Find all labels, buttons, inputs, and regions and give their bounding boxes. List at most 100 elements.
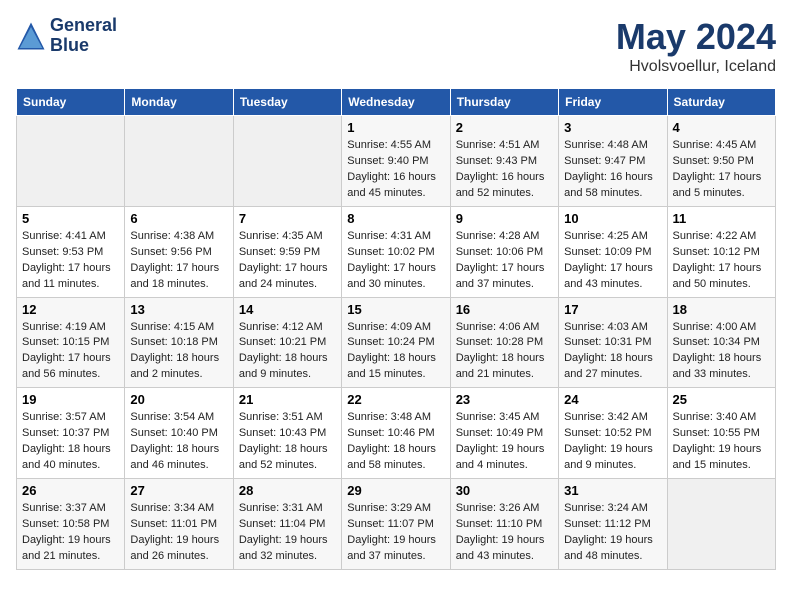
day-number: 2 (456, 120, 553, 135)
day-number: 7 (239, 211, 336, 226)
day-info: Sunrise: 4:15 AMSunset: 10:18 PMDaylight… (130, 320, 227, 384)
day-number: 5 (22, 211, 119, 226)
calendar-cell: 5 Sunrise: 4:41 AMSunset: 9:53 PMDaylight… (17, 206, 125, 297)
day-number: 18 (673, 302, 770, 317)
day-number: 3 (564, 120, 661, 135)
day-info: Sunrise: 3:26 AMSunset: 11:10 PMDaylight… (456, 501, 553, 565)
calendar-cell: 27 Sunrise: 3:34 AMSunset: 11:01 PMDaylig… (125, 479, 233, 570)
day-number: 25 (673, 392, 770, 407)
day-info: Sunrise: 4:03 AMSunset: 10:31 PMDaylight… (564, 320, 661, 384)
logo: General Blue (16, 16, 117, 56)
day-number: 20 (130, 392, 227, 407)
week-row-1: 1Sunrise: 4:55 AMSunset: 9:40 PMDaylight… (17, 116, 776, 207)
week-row-4: 19 Sunrise: 3:57 AMSunset: 10:37 PMDaylig… (17, 388, 776, 479)
calendar-cell: 30 Sunrise: 3:26 AMSunset: 11:10 PMDaylig… (450, 479, 558, 570)
day-info: Sunrise: 3:24 AMSunset: 11:12 PMDaylight… (564, 501, 661, 565)
day-number: 15 (347, 302, 444, 317)
day-number: 6 (130, 211, 227, 226)
header-day-saturday: Saturday (667, 89, 775, 116)
day-number: 4 (673, 120, 770, 135)
calendar-cell: 12Sunrise: 4:19 AMSunset: 10:15 PMDaylig… (17, 297, 125, 388)
title-block: May 2024 Hvolsvoellur, Iceland (616, 16, 776, 76)
location: Hvolsvoellur, Iceland (616, 58, 776, 76)
calendar-cell: 29 Sunrise: 3:29 AMSunset: 11:07 PMDaylig… (342, 479, 450, 570)
calendar-cell: 6 Sunrise: 4:38 AMSunset: 9:56 PMDaylight… (125, 206, 233, 297)
calendar-cell: 21 Sunrise: 3:51 AMSunset: 10:43 PMDaylig… (233, 388, 341, 479)
header-row: SundayMondayTuesdayWednesdayThursdayFrid… (17, 89, 776, 116)
calendar-cell: 16 Sunrise: 4:06 AMSunset: 10:28 PMDaylig… (450, 297, 558, 388)
header-day-monday: Monday (125, 89, 233, 116)
calendar-cell: 4 Sunrise: 4:45 AMSunset: 9:50 PMDaylight… (667, 116, 775, 207)
calendar-cell: 3 Sunrise: 4:48 AMSunset: 9:47 PMDaylight… (559, 116, 667, 207)
day-info: Sunrise: 3:48 AMSunset: 10:46 PMDaylight… (347, 410, 444, 474)
day-number: 24 (564, 392, 661, 407)
calendar-cell: 18 Sunrise: 4:00 AMSunset: 10:34 PMDaylig… (667, 297, 775, 388)
day-number: 19 (22, 392, 119, 407)
day-number: 30 (456, 483, 553, 498)
calendar-cell: 20 Sunrise: 3:54 AMSunset: 10:40 PMDaylig… (125, 388, 233, 479)
header-day-wednesday: Wednesday (342, 89, 450, 116)
day-info: Sunrise: 3:45 AMSunset: 10:49 PMDaylight… (456, 410, 553, 474)
day-info: Sunrise: 4:38 AMSunset: 9:56 PMDaylight:… (130, 229, 227, 293)
calendar-cell: 13 Sunrise: 4:15 AMSunset: 10:18 PMDaylig… (125, 297, 233, 388)
day-info: Sunrise: 3:34 AMSunset: 11:01 PMDaylight… (130, 501, 227, 565)
day-number: 13 (130, 302, 227, 317)
week-row-2: 5 Sunrise: 4:41 AMSunset: 9:53 PMDaylight… (17, 206, 776, 297)
calendar-header: SundayMondayTuesdayWednesdayThursdayFrid… (17, 89, 776, 116)
day-number: 23 (456, 392, 553, 407)
day-info: Sunrise: 4:09 AMSunset: 10:24 PMDaylight… (347, 320, 444, 384)
calendar-cell: 19 Sunrise: 3:57 AMSunset: 10:37 PMDaylig… (17, 388, 125, 479)
calendar-table: SundayMondayTuesdayWednesdayThursdayFrid… (16, 88, 776, 570)
day-info: Sunrise: 3:29 AMSunset: 11:07 PMDaylight… (347, 501, 444, 565)
header-day-sunday: Sunday (17, 89, 125, 116)
day-number: 1 (347, 120, 444, 135)
day-number: 17 (564, 302, 661, 317)
day-number: 21 (239, 392, 336, 407)
header-day-friday: Friday (559, 89, 667, 116)
day-info: Sunrise: 3:57 AMSunset: 10:37 PMDaylight… (22, 410, 119, 474)
day-number: 11 (673, 211, 770, 226)
day-info: Sunrise: 4:28 AMSunset: 10:06 PMDaylight… (456, 229, 553, 293)
day-number: 9 (456, 211, 553, 226)
calendar-cell (233, 116, 341, 207)
header-day-tuesday: Tuesday (233, 89, 341, 116)
day-number: 22 (347, 392, 444, 407)
calendar-cell (125, 116, 233, 207)
page-header: General Blue May 2024 Hvolsvoellur, Icel… (16, 16, 776, 76)
calendar-cell: 7 Sunrise: 4:35 AMSunset: 9:59 PMDaylight… (233, 206, 341, 297)
calendar-cell: 14Sunrise: 4:12 AMSunset: 10:21 PMDaylig… (233, 297, 341, 388)
day-info: Sunrise: 3:37 AMSunset: 10:58 PMDaylight… (22, 501, 119, 565)
header-day-thursday: Thursday (450, 89, 558, 116)
calendar-cell: 17 Sunrise: 4:03 AMSunset: 10:31 PMDaylig… (559, 297, 667, 388)
calendar-cell: 23 Sunrise: 3:45 AMSunset: 10:49 PMDaylig… (450, 388, 558, 479)
day-number: 29 (347, 483, 444, 498)
day-info: Sunrise: 4:41 AMSunset: 9:53 PMDaylight:… (22, 229, 119, 293)
day-info: Sunrise: 4:12 AMSunset: 10:21 PMDaylight… (239, 320, 336, 384)
week-row-5: 26Sunrise: 3:37 AMSunset: 10:58 PMDaylig… (17, 479, 776, 570)
calendar-cell: 9 Sunrise: 4:28 AMSunset: 10:06 PMDayligh… (450, 206, 558, 297)
day-info: Sunrise: 3:51 AMSunset: 10:43 PMDaylight… (239, 410, 336, 474)
calendar-cell: 15 Sunrise: 4:09 AMSunset: 10:24 PMDaylig… (342, 297, 450, 388)
day-info: Sunrise: 3:31 AMSunset: 11:04 PMDaylight… (239, 501, 336, 565)
day-info: Sunrise: 4:45 AMSunset: 9:50 PMDaylight:… (673, 138, 770, 202)
calendar-cell (667, 479, 775, 570)
calendar-cell: 2Sunrise: 4:51 AMSunset: 9:43 PMDaylight… (450, 116, 558, 207)
day-number: 28 (239, 483, 336, 498)
day-info: Sunrise: 4:48 AMSunset: 9:47 PMDaylight:… (564, 138, 661, 202)
calendar-cell: 28 Sunrise: 3:31 AMSunset: 11:04 PMDaylig… (233, 479, 341, 570)
calendar-cell: 11Sunrise: 4:22 AMSunset: 10:12 PMDaylig… (667, 206, 775, 297)
calendar-cell (17, 116, 125, 207)
day-number: 16 (456, 302, 553, 317)
day-info: Sunrise: 4:31 AMSunset: 10:02 PMDaylight… (347, 229, 444, 293)
day-number: 27 (130, 483, 227, 498)
day-info: Sunrise: 3:54 AMSunset: 10:40 PMDaylight… (130, 410, 227, 474)
day-info: Sunrise: 4:35 AMSunset: 9:59 PMDaylight:… (239, 229, 336, 293)
calendar-cell: 8 Sunrise: 4:31 AMSunset: 10:02 PMDayligh… (342, 206, 450, 297)
day-number: 10 (564, 211, 661, 226)
day-info: Sunrise: 4:00 AMSunset: 10:34 PMDaylight… (673, 320, 770, 384)
day-info: Sunrise: 4:06 AMSunset: 10:28 PMDaylight… (456, 320, 553, 384)
logo-text: General Blue (50, 16, 117, 56)
calendar-cell: 24Sunrise: 3:42 AMSunset: 10:52 PMDaylig… (559, 388, 667, 479)
calendar-cell: 31Sunrise: 3:24 AMSunset: 11:12 PMDaylig… (559, 479, 667, 570)
day-number: 8 (347, 211, 444, 226)
